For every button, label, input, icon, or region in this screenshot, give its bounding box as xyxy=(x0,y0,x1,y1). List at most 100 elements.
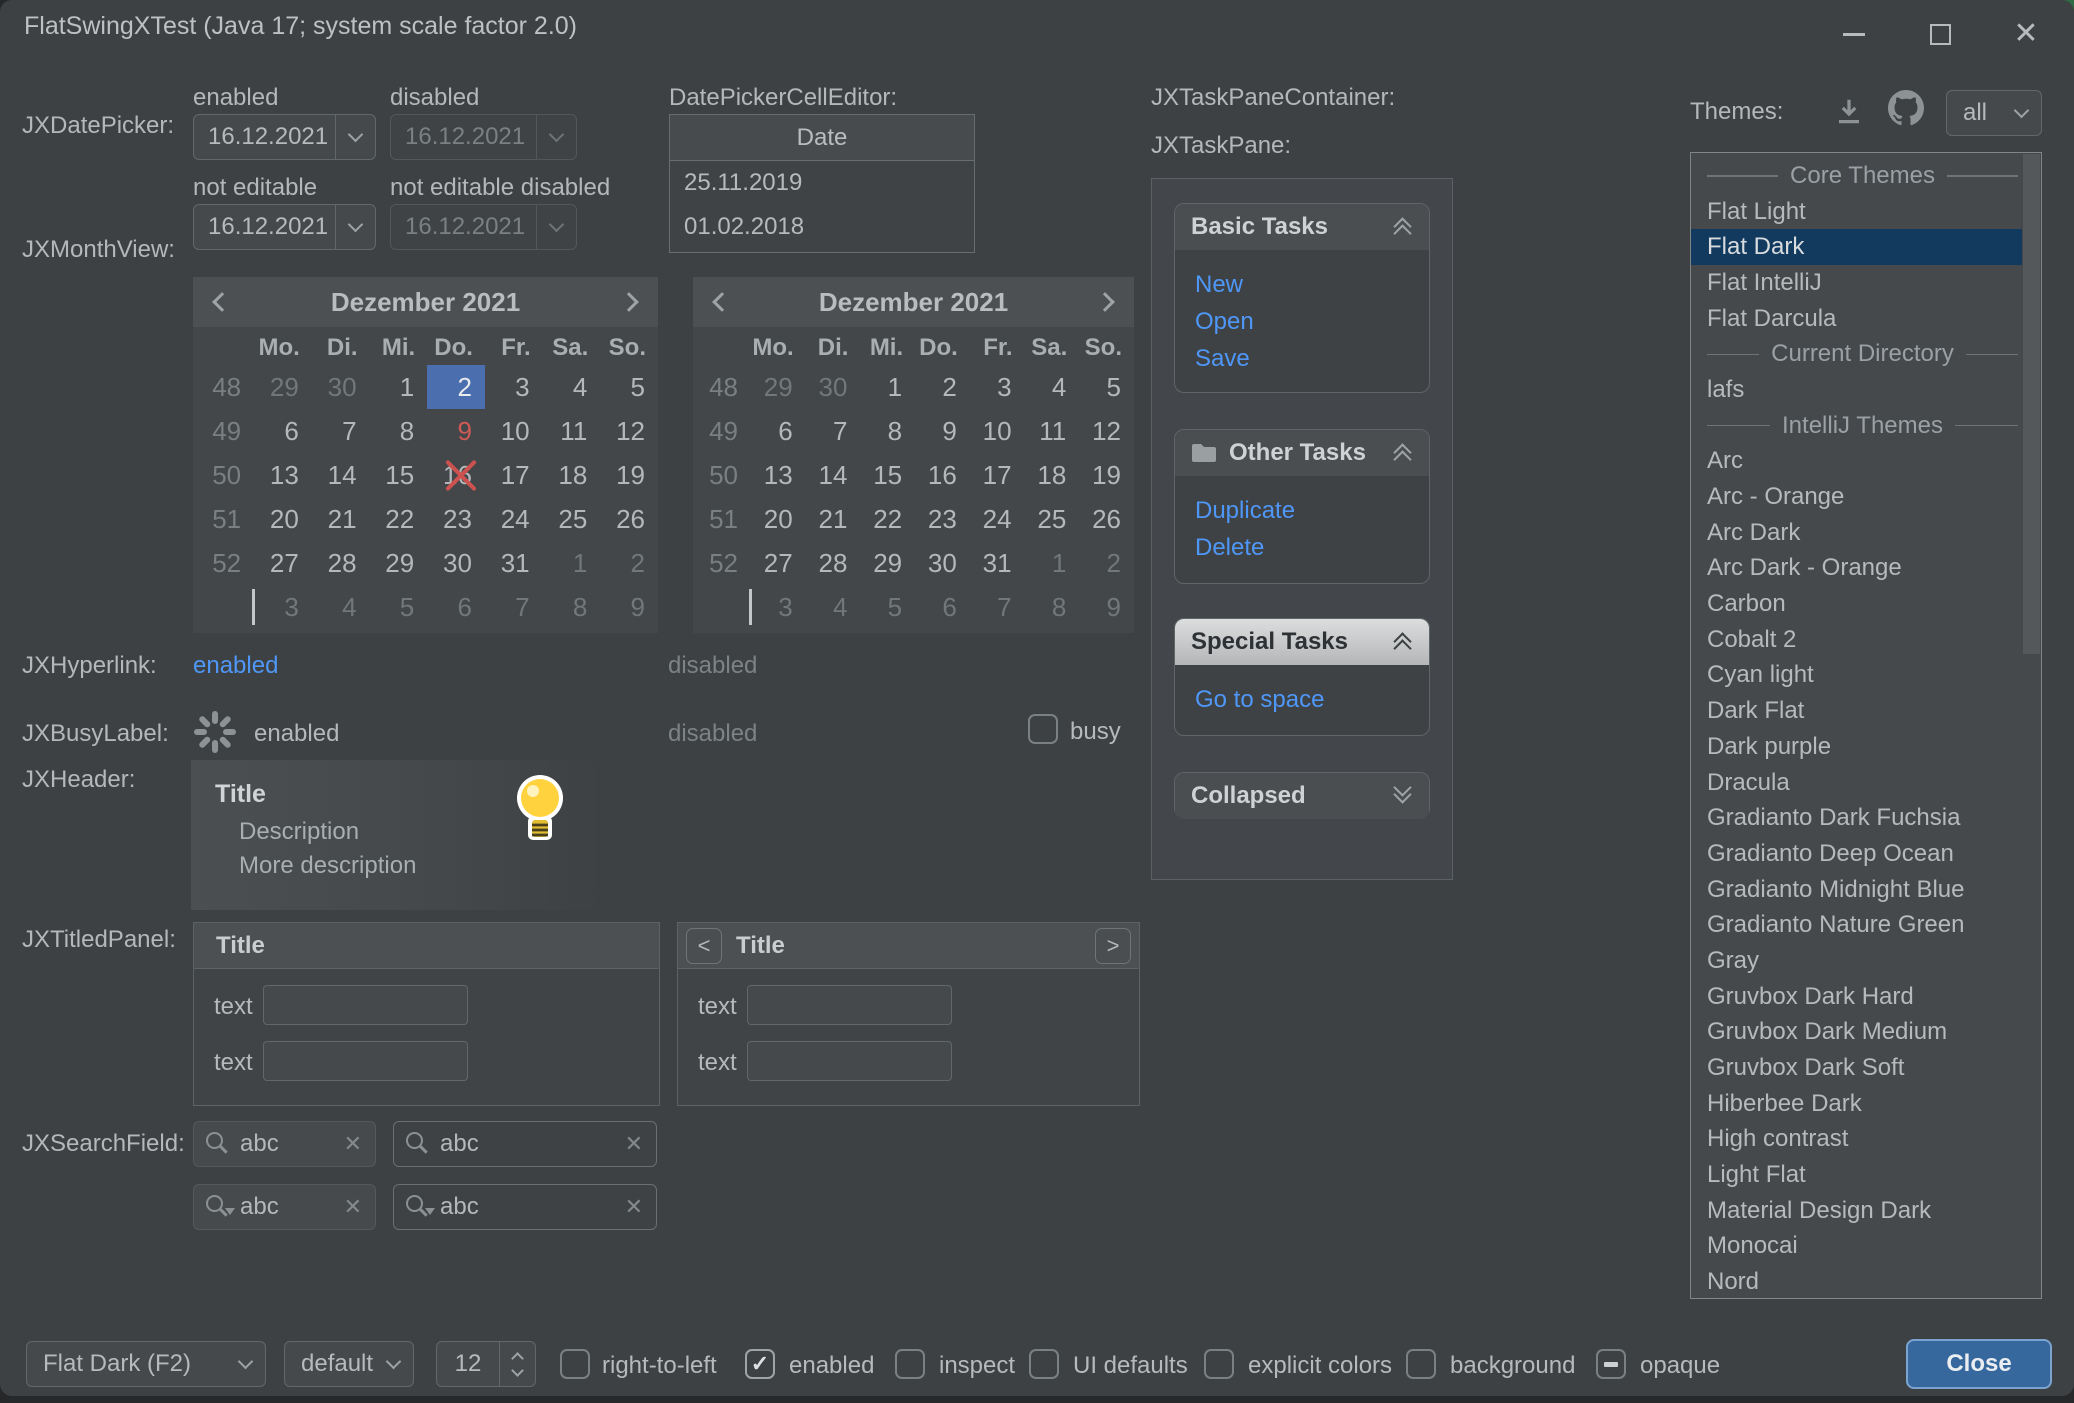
calendar-day-cell[interactable]: 8 xyxy=(860,409,915,453)
theme-item[interactable]: Hiberbee Dark xyxy=(1691,1086,2022,1122)
calendar-day-cell[interactable]: 1 xyxy=(543,541,601,585)
search-field-1[interactable]: abc ✕ xyxy=(193,1121,376,1167)
scrollbar-thumb[interactable] xyxy=(2023,154,2040,654)
inspect-label[interactable]: inspect xyxy=(939,1352,1015,1380)
calendar-day-cell[interactable]: 28 xyxy=(312,541,370,585)
calendar-day-cell[interactable]: 29 xyxy=(860,541,915,585)
theme-item[interactable]: Arc xyxy=(1691,444,2022,480)
ui-defaults-label[interactable]: UI defaults xyxy=(1073,1352,1188,1380)
calendar-day-cell[interactable]: 19 xyxy=(1079,453,1134,497)
calendar-day-cell[interactable]: 30 xyxy=(427,541,485,585)
theme-item[interactable]: Flat Dark xyxy=(1691,229,2022,265)
maximize-button[interactable] xyxy=(1918,14,1962,54)
datepicker-enabled[interactable]: 16.12.2021 xyxy=(193,114,376,160)
right-to-left-checkbox[interactable] xyxy=(560,1349,590,1379)
task-link[interactable]: Save xyxy=(1195,340,1429,377)
calendar-day-cell[interactable]: 20 xyxy=(751,497,806,541)
theme-item[interactable]: Cobalt 2 xyxy=(1691,622,2022,658)
theme-item[interactable]: Arc Dark xyxy=(1691,515,2022,551)
theme-item[interactable]: Flat Darcula xyxy=(1691,301,2022,337)
theme-item[interactable]: Monocai xyxy=(1691,1229,2022,1265)
calendar-day-cell[interactable]: 21 xyxy=(806,497,861,541)
theme-item[interactable]: Flat Light xyxy=(1691,194,2022,230)
calendar-day-cell[interactable]: 11 xyxy=(543,409,601,453)
calendar-day-cell[interactable]: 4 xyxy=(1025,365,1080,409)
opaque-checkbox[interactable] xyxy=(1596,1349,1626,1379)
calendar-day-cell[interactable]: 24 xyxy=(970,497,1025,541)
spinner-value[interactable]: 12 xyxy=(437,1342,499,1386)
calendar-day-cell[interactable]: 27 xyxy=(751,541,806,585)
enabled-checkbox[interactable] xyxy=(745,1349,775,1379)
search-value[interactable]: abc xyxy=(440,1130,625,1158)
close-window-button[interactable]: ✕ xyxy=(2004,14,2048,54)
explicit-colors-checkbox[interactable] xyxy=(1204,1349,1234,1379)
calendar-day-cell[interactable]: 13 xyxy=(254,453,312,497)
calendar-day-cell[interactable]: 7 xyxy=(806,409,861,453)
clear-icon[interactable]: ✕ xyxy=(344,1194,362,1220)
theme-item[interactable]: Gruvbox Dark Medium xyxy=(1691,1015,2022,1051)
calendar-day-cell[interactable]: 8 xyxy=(1025,585,1080,629)
search-value[interactable]: abc xyxy=(240,1193,344,1221)
font-combobox[interactable]: default xyxy=(284,1341,414,1387)
theme-item[interactable]: Dark purple xyxy=(1691,729,2022,765)
clear-icon[interactable]: ✕ xyxy=(625,1194,643,1220)
datepicker-dropdown-button[interactable] xyxy=(335,205,375,249)
task-link[interactable]: Go to space xyxy=(1195,681,1429,718)
calendar-day-cell[interactable]: 1 xyxy=(1025,541,1080,585)
datepicker-dropdown-button[interactable] xyxy=(335,115,375,159)
text-input[interactable] xyxy=(263,985,468,1025)
busy-checkbox[interactable] xyxy=(1028,714,1058,744)
theme-item[interactable]: Light Flat xyxy=(1691,1157,2022,1193)
calendar-day-cell[interactable]: 1 xyxy=(370,365,428,409)
right-to-left-label[interactable]: right-to-left xyxy=(602,1352,717,1380)
calendar-day-cell[interactable]: 8 xyxy=(543,585,601,629)
enabled-label[interactable]: enabled xyxy=(789,1352,874,1380)
theme-item[interactable]: Carbon xyxy=(1691,586,2022,622)
theme-item[interactable]: Gradianto Dark Fuchsia xyxy=(1691,800,2022,836)
calendar-day-cell[interactable]: 25 xyxy=(543,497,601,541)
font-size-spinner[interactable]: 12 xyxy=(436,1341,536,1387)
search-value[interactable]: abc xyxy=(240,1130,344,1158)
calendar-day-cell[interactable]: 4 xyxy=(312,585,370,629)
calendar-day-cell[interactable]: 7 xyxy=(312,409,370,453)
next-month-icon[interactable] xyxy=(1095,292,1115,312)
calendar-day-cell[interactable]: 6 xyxy=(254,409,312,453)
taskpane-header[interactable]: Collapsed xyxy=(1175,773,1429,819)
calendar-day-cell[interactable]: 10 xyxy=(485,409,543,453)
theme-item[interactable]: Gradianto Nature Green xyxy=(1691,907,2022,943)
calendar-day-cell[interactable]: 30 xyxy=(915,541,970,585)
themes-filter-combobox[interactable]: all xyxy=(1946,90,2042,136)
inspect-checkbox[interactable] xyxy=(895,1349,925,1379)
calendar-day-cell[interactable]: 6 xyxy=(427,585,485,629)
calendar-day-cell[interactable]: 22 xyxy=(370,497,428,541)
calendar-day-cell[interactable]: 6 xyxy=(751,409,806,453)
calendar-day-cell[interactable]: 1 xyxy=(860,365,915,409)
calendar-day-cell[interactable]: 22 xyxy=(860,497,915,541)
calendar-day-cell[interactable]: 16 xyxy=(427,453,485,497)
calendar-day-cell[interactable]: 24 xyxy=(485,497,543,541)
search-field-3[interactable]: abc ✕ xyxy=(193,1184,376,1230)
calendar-day-cell[interactable]: 9 xyxy=(427,409,485,453)
calendar-day-cell[interactable]: 15 xyxy=(860,453,915,497)
calendar-day-cell[interactable]: 2 xyxy=(915,365,970,409)
calendar-day-cell[interactable]: 5 xyxy=(600,365,658,409)
theme-item[interactable]: Dracula xyxy=(1691,765,2022,801)
calendar-day-cell[interactable]: 12 xyxy=(600,409,658,453)
calendar-day-cell[interactable]: 17 xyxy=(485,453,543,497)
theme-item[interactable]: Flat IntelliJ xyxy=(1691,265,2022,301)
task-link[interactable]: Duplicate xyxy=(1195,492,1429,529)
calendar-day-cell[interactable]: 13 xyxy=(751,453,806,497)
text-input[interactable] xyxy=(747,1041,952,1081)
calendar-day-cell[interactable]: 3 xyxy=(254,585,312,629)
calendar-day-cell[interactable]: 5 xyxy=(860,585,915,629)
calendar-day-cell[interactable]: 2 xyxy=(427,365,485,409)
calendar-day-cell[interactable]: 26 xyxy=(600,497,658,541)
next-month-icon[interactable] xyxy=(619,292,639,312)
download-icon[interactable] xyxy=(1834,96,1864,126)
calendar-day-cell[interactable]: 19 xyxy=(600,453,658,497)
search-value[interactable]: abc xyxy=(440,1193,625,1221)
background-label[interactable]: background xyxy=(1450,1352,1575,1380)
search-field-2[interactable]: abc ✕ xyxy=(393,1121,657,1167)
taskpane-header[interactable]: Special Tasks xyxy=(1175,619,1429,665)
opaque-label[interactable]: opaque xyxy=(1640,1352,1720,1380)
